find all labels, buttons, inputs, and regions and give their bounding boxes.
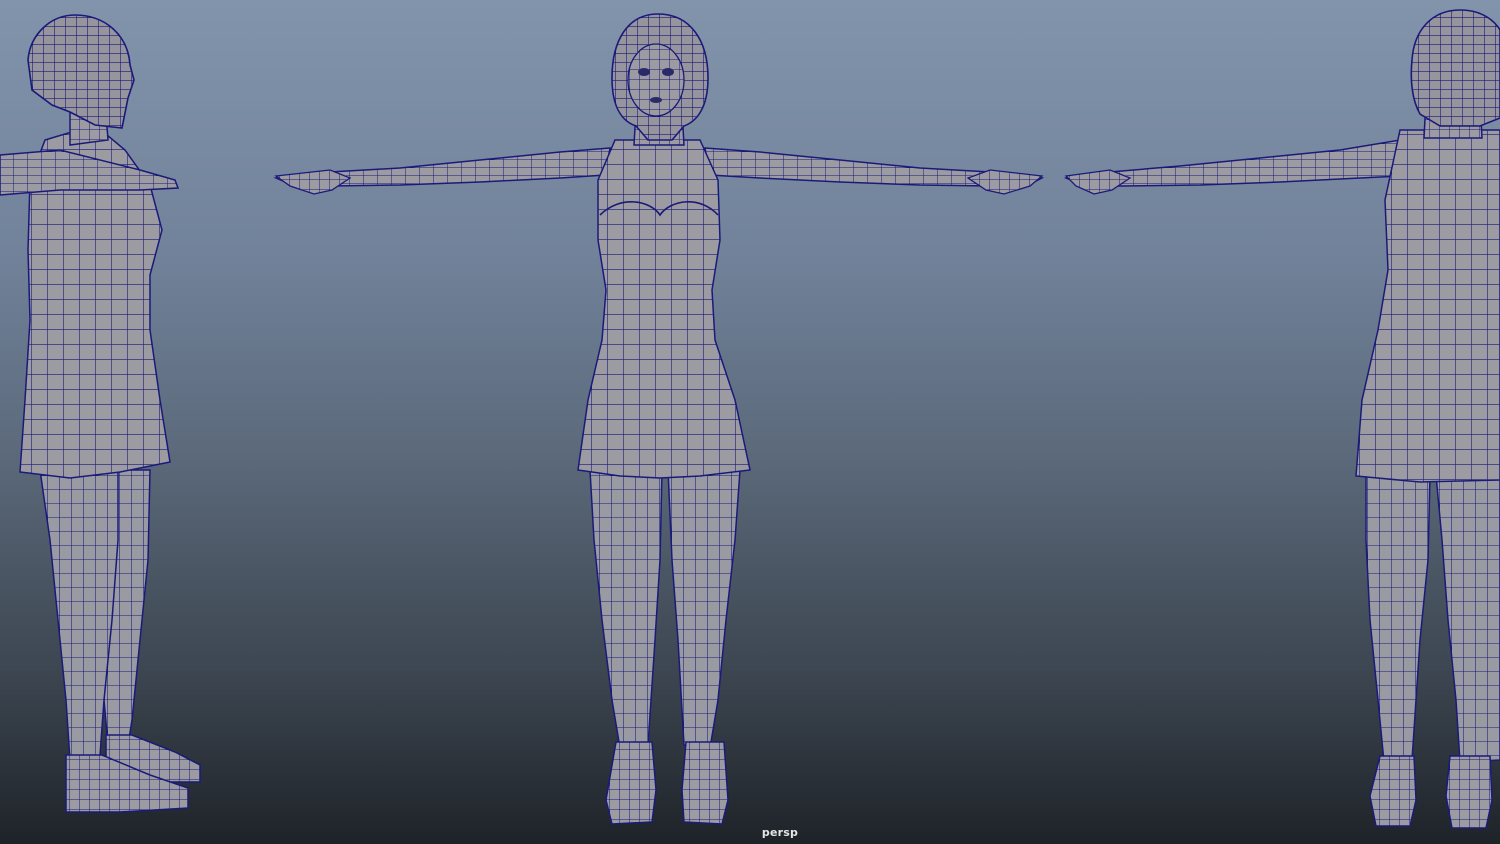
scene-svg bbox=[0, 9, 1500, 829]
front-face bbox=[627, 43, 685, 117]
back-hand bbox=[1064, 169, 1132, 195]
back-right-leg bbox=[1435, 474, 1500, 763]
back-head bbox=[1410, 9, 1500, 127]
front-view-model[interactable] bbox=[273, 13, 1045, 825]
front-left-eye bbox=[638, 68, 650, 76]
back-view-model[interactable] bbox=[1063, 9, 1500, 829]
front-dress bbox=[577, 139, 751, 479]
maya-perspective-viewport[interactable]: persp bbox=[0, 0, 1500, 844]
front-right-boot bbox=[681, 741, 729, 825]
front-left-boot bbox=[605, 741, 657, 825]
front-right-eye bbox=[662, 68, 674, 76]
side-arm bbox=[0, 149, 180, 196]
side-head bbox=[27, 14, 135, 129]
front-right-leg bbox=[667, 469, 741, 749]
front-right-hand bbox=[966, 169, 1044, 195]
back-dress bbox=[1355, 129, 1500, 483]
back-left-leg bbox=[1365, 474, 1431, 763]
front-left-leg bbox=[589, 469, 663, 749]
front-left-hand bbox=[274, 169, 352, 195]
camera-name-label: persp bbox=[761, 826, 799, 839]
back-left-boot bbox=[1369, 755, 1417, 827]
back-right-boot bbox=[1445, 755, 1493, 829]
front-mouth bbox=[650, 97, 662, 103]
side-view-model[interactable] bbox=[0, 14, 201, 813]
